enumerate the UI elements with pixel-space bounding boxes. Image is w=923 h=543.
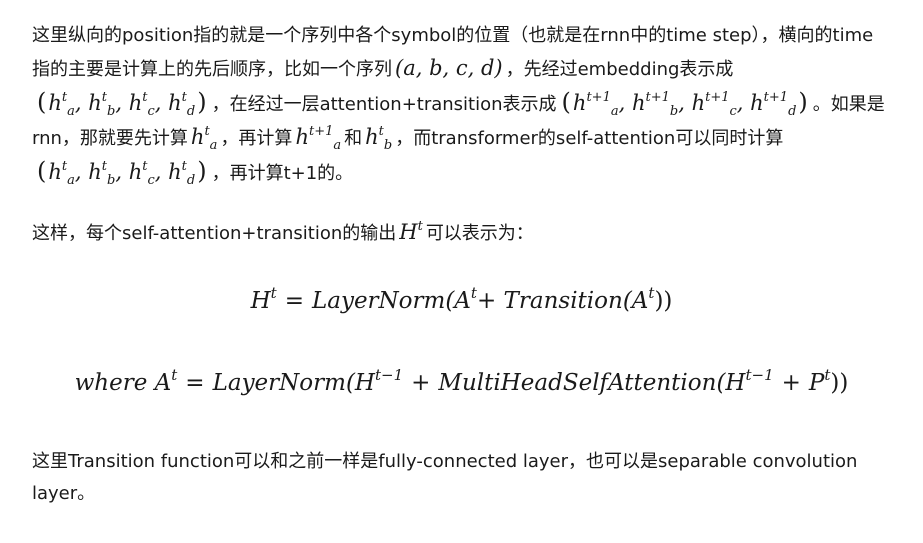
plus-sign: + <box>411 370 431 396</box>
text-segment: ，而transformer的self-attention可以同时计算 <box>395 128 784 149</box>
text-segment: ，再计算t+1的。 <box>211 163 354 184</box>
eq-sup: t <box>270 284 277 302</box>
math-next-step-sequence: (ht+1a, ht+1b, ht+1c, ht+1d) <box>561 88 808 119</box>
math-parallel-sequence: (hta, htb, htc, htd) <box>37 157 207 188</box>
eq-close: )) <box>830 370 849 396</box>
text-segment: 可以表示为： <box>425 223 534 244</box>
paragraph-output-intro: 这样，每个self-attention+transition的输出 Ht 可以表示为… <box>32 216 891 250</box>
math-h-b-t: htb <box>365 124 393 153</box>
eq-sup: t−1 <box>374 366 404 384</box>
eq-prefix: where A <box>74 370 172 396</box>
eq-term: LayerNorm(H <box>212 370 375 396</box>
math-embedding-sequence: (hta, htb, htc, htd) <box>37 88 207 119</box>
math-h-a-t: hta <box>190 124 218 153</box>
plus-sign: + <box>781 370 801 396</box>
text-segment: ，先经过embedding表示成 <box>505 59 734 80</box>
eq-lhs: H <box>250 288 271 314</box>
eq-sup: t−1 <box>745 366 774 384</box>
equals-sign: = <box>284 288 304 314</box>
text-segment: ，再计算 <box>220 128 293 149</box>
article-page: 这里纵向的position指的就是一个序列中各个symbol的位置（也就是在rn… <box>0 0 923 543</box>
math-H-t: Ht <box>399 219 423 244</box>
equation-layernorm-transition: Ht = LayerNorm(At+ Transition(At)) <box>32 286 891 315</box>
eq-term: LayerNorm(A <box>311 288 471 314</box>
text-segment: 这样，每个self-attention+transition的输出 <box>32 223 397 244</box>
eq-term: MultiHeadSelfAttention(H <box>438 370 746 396</box>
math-h-a-t-plus-1: ht+1a <box>295 124 342 153</box>
paragraph-transition-function: 这里Transition function可以和之前一样是fully-conne… <box>32 451 858 504</box>
eq-term: P <box>808 370 825 396</box>
text-segment: ，在经过一层attention+transition表示成 <box>211 94 557 115</box>
equation-layernorm-attention: where At = LayerNorm(Ht−1 + MultiHeadSelfAtt… <box>32 368 891 397</box>
eq-term: + Transition(A <box>476 288 649 314</box>
paragraph-position-time: 这里纵向的position指的就是一个序列中各个symbol的位置（也就是在rn… <box>32 20 891 190</box>
equals-sign: = <box>185 370 205 396</box>
text-segment: 和 <box>344 128 363 149</box>
math-sequence-abcd: (a, b, c, d) <box>395 56 503 80</box>
eq-close: )) <box>654 288 673 314</box>
